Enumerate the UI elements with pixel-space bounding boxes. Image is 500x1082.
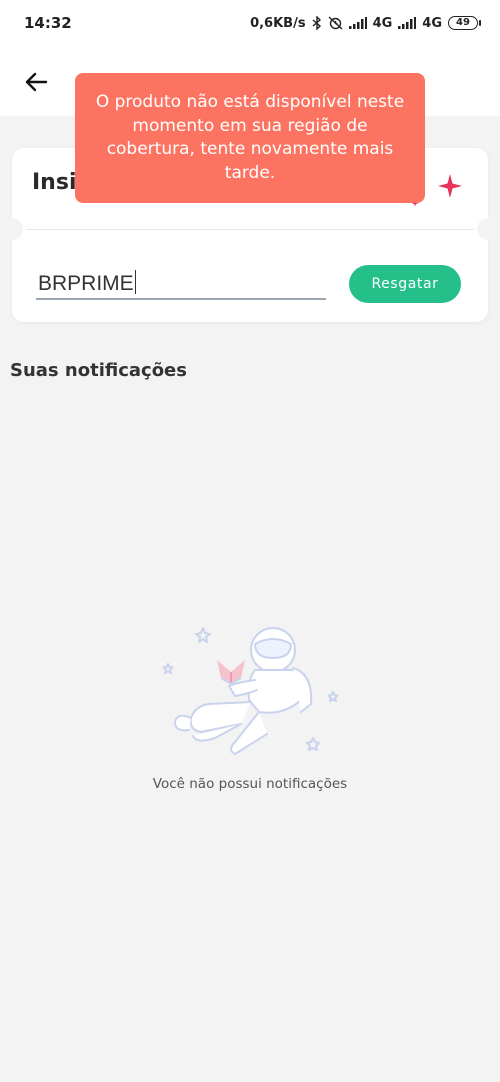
- network-type-2: 4G: [422, 15, 442, 31]
- card-notch-right: [477, 218, 499, 240]
- text-caret: [134, 270, 137, 294]
- coupon-code-text: BRPRIME: [38, 272, 134, 295]
- error-toast: O produto não está disponível neste mome…: [75, 73, 425, 203]
- redeem-button[interactable]: Resgatar: [349, 265, 461, 303]
- signal-icon: [348, 17, 367, 29]
- status-indicators: 0,6KB/s 4G 4G 49: [250, 15, 481, 31]
- battery-indicator: 49: [448, 16, 481, 30]
- bluetooth-icon: [312, 16, 321, 30]
- status-time: 14:32: [24, 14, 72, 32]
- alarm-off-icon: [328, 16, 343, 30]
- back-button[interactable]: [18, 64, 54, 100]
- section-title: Suas notificações: [10, 360, 187, 381]
- network-speed: 0,6KB/s: [250, 15, 306, 31]
- toast-message: O produto não está disponível neste mome…: [95, 92, 405, 183]
- arrow-left-icon: [25, 72, 48, 92]
- coupon-code-value: BRPRIME: [38, 270, 137, 296]
- network-type-1: 4G: [372, 15, 393, 31]
- status-bar: 14:32 0,6KB/s 4G 4G 49: [0, 0, 500, 46]
- card-notch-left: [1, 218, 23, 240]
- astronaut-reading-icon: [162, 627, 339, 755]
- empty-notifications-message: Você não possui notificações: [152, 776, 348, 792]
- signal-icon: [398, 17, 417, 29]
- card-divider: [26, 229, 474, 230]
